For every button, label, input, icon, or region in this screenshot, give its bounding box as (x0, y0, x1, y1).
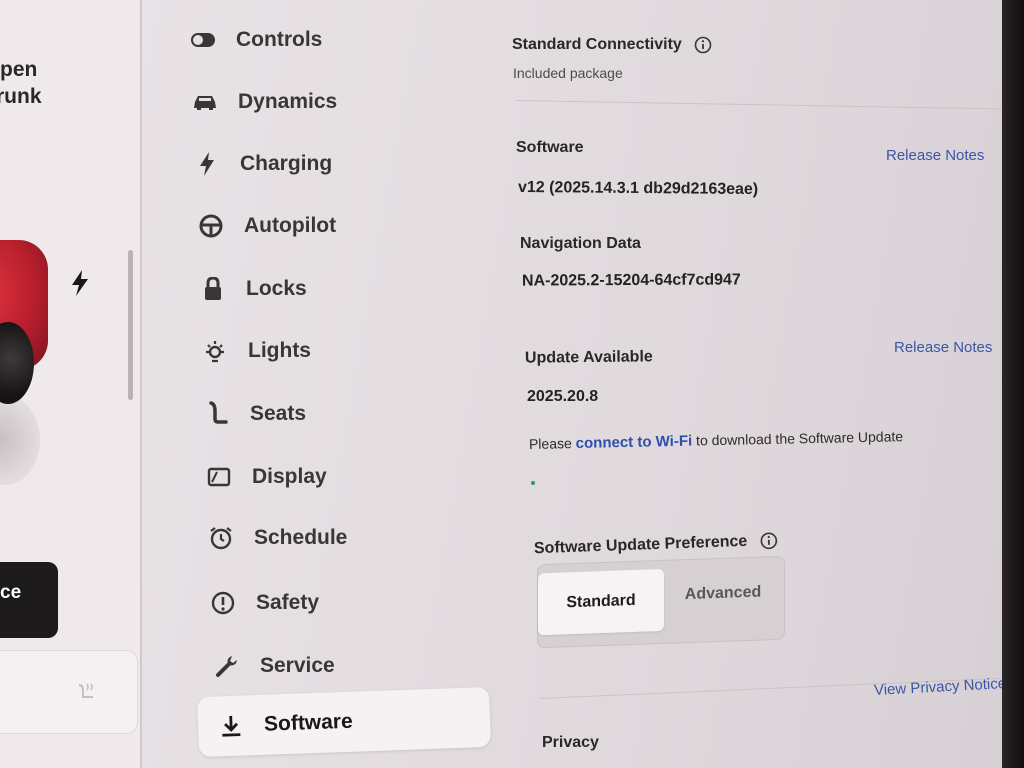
menu-item-label: Locks (246, 277, 307, 300)
menu-item-label: Display (252, 465, 327, 488)
software-release-notes-link[interactable]: Release Notes (886, 147, 984, 164)
menu-item-safety[interactable]: Safety (210, 575, 319, 631)
car-panel: pen runk ce (0, 0, 142, 768)
trunk-label-line1: pen (0, 58, 38, 81)
connectivity-subtitle: Included package (513, 65, 623, 81)
update-preference-toggle[interactable]: Standard Advanced (537, 555, 785, 649)
menu-item-display[interactable]: Display (206, 449, 327, 505)
seat-heater-icon (78, 683, 93, 698)
seat-icon (204, 401, 230, 427)
menu-item-lights[interactable]: Lights (202, 323, 311, 379)
update-release-notes-link[interactable]: Release Notes (894, 339, 992, 356)
menu-item-label: Service (260, 654, 335, 677)
menu-item-label: Charging (240, 152, 333, 175)
settings-menu: Controls Dynamics Charging Autopilot Loc (160, 0, 500, 768)
menu-item-software[interactable]: Software (197, 686, 491, 758)
update-available-title: Update Available (524, 348, 653, 367)
car-reflection (0, 395, 40, 485)
software-version: v12 (2025.14.3.1 db29d2163eae) (517, 178, 759, 199)
menu-item-locks[interactable]: Locks (200, 261, 307, 317)
menu-item-label: Safety (256, 591, 320, 614)
light-bulb-icon (202, 338, 228, 364)
info-icon[interactable] (759, 531, 778, 550)
car-quick-card[interactable] (0, 650, 138, 734)
menu-item-autopilot[interactable]: Autopilot (198, 198, 336, 254)
menu-item-label: Controls (236, 28, 323, 51)
menu-item-label: Schedule (254, 526, 348, 549)
menu-item-dynamics[interactable]: Dynamics (192, 74, 337, 130)
display-icon (206, 464, 232, 490)
screen-bezel (1002, 0, 1024, 768)
car-action-button-label: ce (0, 582, 22, 603)
preference-option-standard[interactable]: Standard (538, 568, 664, 636)
menu-item-schedule[interactable]: Schedule (208, 510, 347, 566)
privacy-title: Privacy (542, 734, 599, 751)
software-settings-panel (505, 0, 1005, 768)
update-version: 2025.20.8 (527, 388, 599, 405)
software-title: Software (516, 139, 584, 156)
info-icon[interactable] (694, 36, 712, 54)
steering-wheel-icon (198, 213, 224, 239)
car-icon (192, 89, 218, 115)
navigation-data-value: NA-2025.2-15204-64cf7cd947 (521, 271, 741, 290)
connectivity-title: Standard Connectivity (512, 36, 712, 54)
connect-wifi-link[interactable]: connect to Wi-Fi (576, 433, 693, 452)
menu-item-charging[interactable]: Charging (194, 136, 332, 192)
menu-item-controls[interactable]: Controls (190, 12, 322, 68)
navigation-data-title: Navigation Data (520, 235, 641, 252)
menu-item-service[interactable]: Service (214, 638, 335, 694)
toggle-icon (190, 27, 216, 53)
menu-item-label: Lights (248, 339, 311, 362)
alert-circle-icon (210, 590, 236, 616)
charging-bolt-icon (72, 270, 88, 296)
wrench-icon (214, 653, 240, 679)
menu-item-label: Software (263, 709, 354, 736)
download-icon (218, 712, 245, 739)
menu-item-seats[interactable]: Seats (204, 386, 306, 442)
alarm-clock-icon (208, 525, 234, 551)
screen: pen runk ce Controls Dynamics Charging A… (0, 0, 1024, 768)
menu-item-label: Autopilot (244, 214, 337, 237)
scrollbar[interactable] (128, 250, 133, 400)
open-trunk-label[interactable]: pen runk (0, 56, 42, 110)
menu-item-label: Dynamics (238, 90, 338, 113)
update-progress-indicator (531, 481, 535, 485)
bolt-icon (194, 151, 220, 177)
menu-item-label: Seats (250, 402, 307, 425)
trunk-label-line2: runk (0, 85, 42, 108)
preference-option-advanced[interactable]: Advanced (664, 561, 782, 627)
car-action-button[interactable]: ce (0, 562, 58, 638)
lock-icon (200, 276, 226, 302)
